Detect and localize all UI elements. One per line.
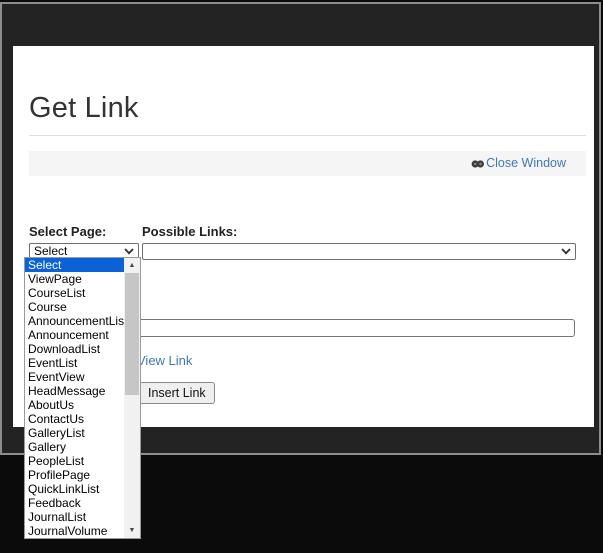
dropdown-option[interactable]: Feedback bbox=[25, 496, 124, 510]
select-page-value: Select bbox=[34, 244, 67, 258]
select-page-label: Select Page: bbox=[29, 224, 106, 239]
dropdown-option[interactable]: EventView bbox=[25, 370, 124, 384]
dropdown-option[interactable]: AnnouncementList bbox=[25, 314, 124, 328]
scrollbar-thumb[interactable] bbox=[125, 273, 139, 395]
dropdown-option[interactable]: ProfilePage bbox=[25, 468, 124, 482]
close-window-label: Close Window bbox=[486, 156, 566, 170]
dropdown-scrollbar[interactable]: ▲ ▼ bbox=[124, 258, 140, 538]
close-window-link[interactable]: Close Window bbox=[471, 151, 566, 176]
dropdown-option[interactable]: AboutUs bbox=[25, 398, 124, 412]
dropdown-option[interactable]: ViewPage bbox=[25, 272, 124, 286]
dropdown-option[interactable]: QuickLinkList bbox=[25, 482, 124, 496]
scrollbar-down-arrow-icon[interactable]: ▼ bbox=[124, 523, 140, 538]
dropdown-option[interactable]: EventList bbox=[25, 356, 124, 370]
dropdown-options: SelectViewPageCourseListCourseAnnounceme… bbox=[25, 258, 124, 538]
dropdown-option[interactable]: Select bbox=[25, 258, 124, 272]
dropdown-option[interactable]: JournalList bbox=[25, 510, 124, 524]
insert-link-button[interactable]: Insert Link bbox=[139, 382, 215, 404]
page-title: Get Link bbox=[29, 92, 139, 125]
close-window-icon bbox=[471, 158, 485, 169]
toolbar: Close Window bbox=[29, 151, 586, 176]
dropdown-option[interactable]: ContactUs bbox=[25, 412, 124, 426]
chevron-down-icon bbox=[124, 248, 134, 255]
dropdown-option[interactable]: Course bbox=[25, 300, 124, 314]
dropdown-option[interactable]: CourseList bbox=[25, 286, 124, 300]
dropdown-option[interactable]: DownloadList bbox=[25, 342, 124, 356]
scrollbar-up-arrow-icon[interactable]: ▲ bbox=[124, 258, 140, 273]
select-page-open-list: SelectViewPageCourseListCourseAnnounceme… bbox=[24, 257, 141, 539]
dropdown-option[interactable]: JournalVolume bbox=[25, 524, 124, 538]
dropdown-option[interactable]: Gallery bbox=[25, 440, 124, 454]
possible-links-label: Possible Links: bbox=[142, 224, 237, 239]
dropdown-option[interactable]: GalleryList bbox=[25, 426, 124, 440]
dropdown-option[interactable]: HeadMessage bbox=[25, 384, 124, 398]
dropdown-option[interactable]: PeopleList bbox=[25, 454, 124, 468]
dropdown-option[interactable]: Announcement bbox=[25, 328, 124, 342]
chevron-down-icon bbox=[561, 248, 571, 255]
title-divider bbox=[29, 135, 586, 136]
view-link[interactable]: View Link bbox=[137, 353, 192, 368]
possible-links-dropdown[interactable] bbox=[142, 243, 576, 260]
